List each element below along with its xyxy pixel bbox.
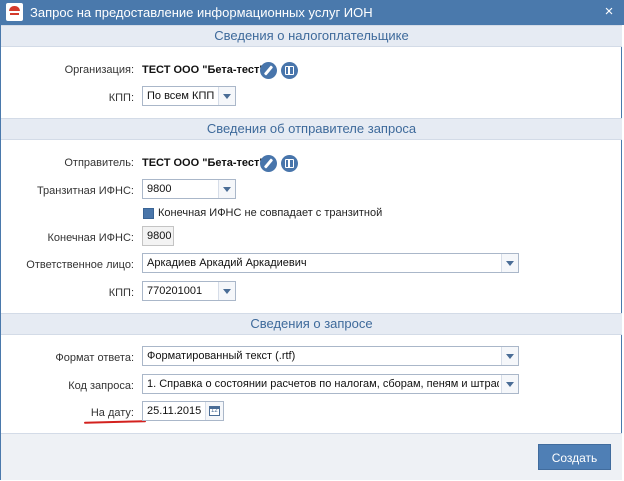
app-logo-icon (6, 3, 23, 21)
sender-label: Отправитель: (64, 157, 134, 169)
chevron-down-icon[interactable] (218, 87, 235, 105)
organization-directory-button[interactable] (281, 62, 298, 79)
response-format-value: Форматированный текст (.rtf) (147, 350, 296, 362)
chevron-down-icon[interactable] (218, 180, 235, 198)
section-request: Сведения о запросе (1, 313, 622, 335)
transit-ifns-select[interactable]: 9800 (142, 179, 236, 199)
organization-label: Организация: (64, 64, 134, 76)
close-icon[interactable]: × (600, 3, 618, 21)
final-ifns-value: 9800 (147, 230, 172, 242)
final-ifns-differs-checkbox[interactable] (143, 208, 154, 219)
calendar-button[interactable] (205, 402, 223, 420)
on-date-value: 25.11.2015 (147, 405, 202, 417)
kpp-label: КПП: (108, 92, 134, 104)
on-date-label: На дату: (90, 407, 134, 419)
kpp-select-value: По всем КПП (147, 90, 215, 102)
edit-organization-button[interactable] (260, 62, 277, 79)
on-date-input[interactable]: 25.11.2015 (142, 401, 224, 421)
pencil-icon (263, 158, 274, 169)
final-ifns-label: Конечная ИФНС: (47, 232, 134, 244)
response-format-label: Формат ответа: (55, 352, 134, 364)
dialog-footer (1, 433, 622, 480)
book-icon (285, 159, 294, 168)
response-format-select[interactable]: Форматированный текст (.rtf) (142, 346, 519, 366)
calendar-icon (209, 406, 220, 416)
organization-value: ТЕСТ ООО "Бета-тест" (142, 64, 265, 76)
kpp-select[interactable]: По всем КПП (142, 86, 236, 106)
sender-kpp-select[interactable]: 770201001 (142, 281, 236, 301)
sender-kpp-label: КПП: (108, 287, 134, 299)
request-code-select[interactable]: 1. Справка о состоянии расчетов по налог… (142, 374, 519, 394)
section-taxpayer: Сведения о налогоплательщике (1, 25, 622, 47)
responsible-person-value: Аркадиев Аркадий Аркадиевич (147, 257, 307, 269)
responsible-person-label: Ответственное лицо: (26, 259, 134, 271)
chevron-down-icon[interactable] (501, 375, 518, 393)
sender-kpp-value: 770201001 (147, 285, 203, 297)
chevron-down-icon[interactable] (501, 254, 518, 272)
transit-ifns-value: 9800 (147, 183, 172, 195)
chevron-down-icon[interactable] (218, 282, 235, 300)
window-title: Запрос на предоставление информационных … (30, 5, 373, 20)
request-code-label: Код запроса: (68, 380, 134, 392)
request-code-value: 1. Справка о состоянии расчетов по налог… (147, 378, 499, 390)
responsible-person-select[interactable]: Аркадиев Аркадий Аркадиевич (142, 253, 519, 273)
create-button[interactable]: Создать (538, 444, 611, 470)
sender-directory-button[interactable] (281, 155, 298, 172)
edit-sender-button[interactable] (260, 155, 277, 172)
chevron-down-icon[interactable] (501, 347, 518, 365)
transit-ifns-label: Транзитная ИФНС: (36, 185, 134, 197)
section-taxpayer-title: Сведения о налогоплательщике (214, 28, 409, 43)
book-icon (285, 66, 294, 75)
section-sender-title: Сведения об отправителе запроса (206, 121, 417, 136)
section-sender: Сведения об отправителе запроса (1, 118, 622, 140)
pencil-icon (263, 65, 274, 76)
section-request-title: Сведения о запросе (250, 316, 373, 331)
final-ifns-differs-label: Конечная ИФНС не совпадает с транзитной (158, 207, 383, 219)
final-ifns-input: 9800 (142, 226, 174, 246)
sender-value: ТЕСТ ООО "Бета-тест" (142, 157, 265, 169)
